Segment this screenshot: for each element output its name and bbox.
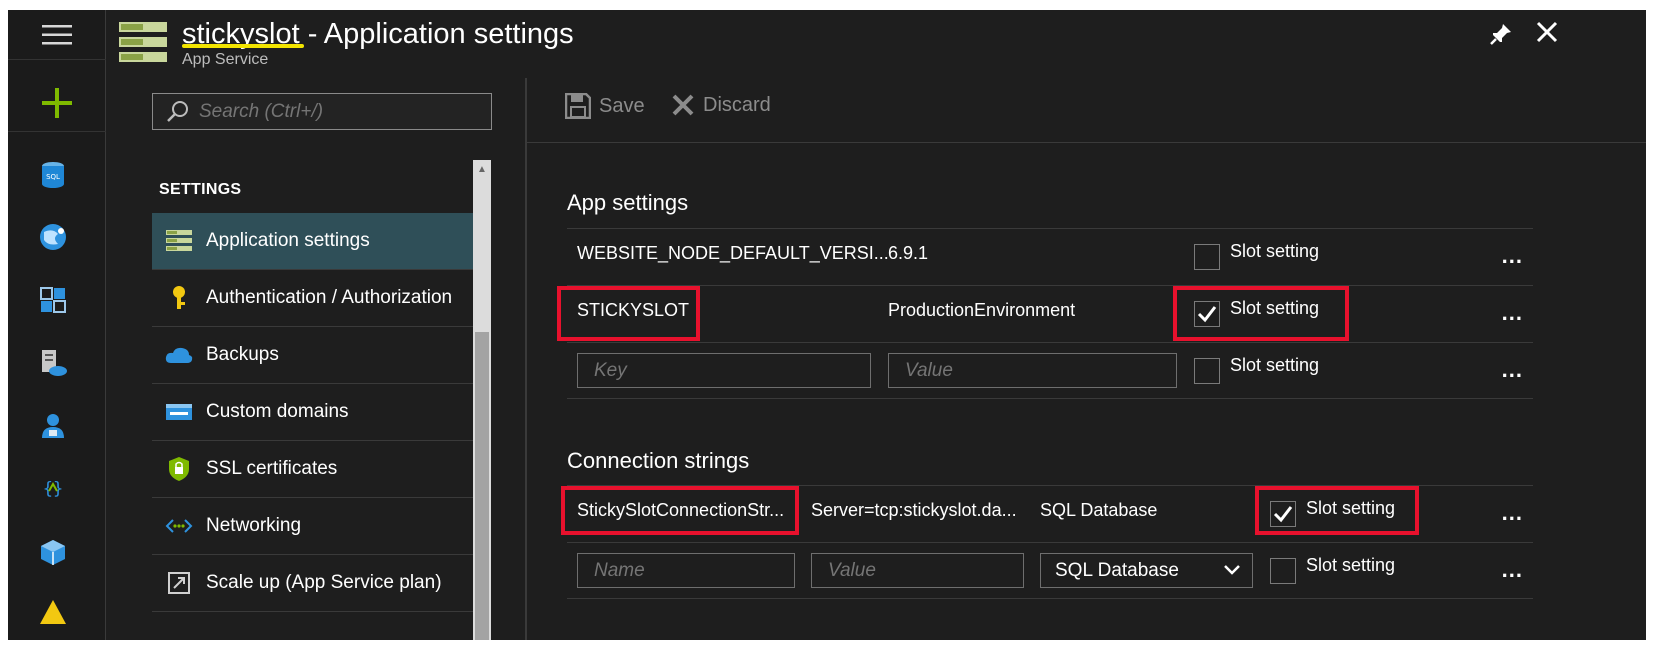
settings-heading: SETTINGS — [159, 181, 242, 198]
new-resource-button[interactable] — [8, 74, 106, 132]
connection-string-value[interactable]: Server=tcp:stickyslot.da... — [811, 500, 1017, 521]
left-rail: SQL {} — [8, 10, 106, 640]
save-icon — [565, 93, 591, 119]
connection-strings-heading: Connection strings — [567, 448, 750, 473]
app-settings-icon — [119, 22, 167, 62]
more-options-button[interactable]: ... — [1502, 557, 1523, 583]
highlight-box-connection-name — [561, 486, 799, 535]
slot-setting-checkbox[interactable] — [1270, 558, 1296, 584]
new-value-input[interactable] — [811, 553, 1024, 588]
slot-setting-label: Slot setting — [1230, 241, 1320, 261]
api-icon[interactable]: {} — [38, 473, 68, 503]
key-icon — [173, 286, 185, 309]
globe-icon[interactable] — [38, 222, 68, 252]
menu-item-label: Backups — [206, 344, 279, 365]
menu-item-scale-up[interactable]: Scale up (App Service plan) — [152, 555, 473, 612]
discard-label: Discard — [703, 93, 771, 116]
highlight-box-connection-slot-setting — [1255, 486, 1419, 535]
scroll-thumb[interactable] — [475, 332, 489, 640]
scroll-up-arrow-icon[interactable]: ▲ — [473, 160, 491, 180]
search-box[interactable] — [152, 93, 492, 130]
connection-type-selected: SQL Database — [1055, 560, 1179, 581]
close-icon[interactable] — [1535, 20, 1559, 44]
menu-icon — [42, 24, 72, 44]
domain-icon — [166, 404, 192, 420]
menu-scrollbar[interactable]: ▲ — [473, 160, 491, 640]
portal-frame: SQL {} stickyslot - Application settings… — [8, 10, 1646, 640]
virtual-machine-icon[interactable] — [38, 285, 68, 315]
slot-setting-checkbox[interactable] — [1194, 358, 1220, 384]
app-service-icon[interactable] — [38, 348, 68, 378]
menu-item-application-settings[interactable]: Application settings — [152, 213, 473, 270]
menu-item-label: Custom domains — [206, 401, 349, 422]
settings-list-icon — [166, 230, 192, 251]
more-options-button[interactable]: ... — [1502, 300, 1523, 326]
blade-header: stickyslot - Application settings App Se… — [107, 10, 1646, 78]
new-value-input[interactable] — [888, 353, 1177, 388]
user-icon[interactable] — [38, 410, 68, 440]
title-suffix: - Application settings — [299, 18, 574, 50]
svg-text:SQL: SQL — [46, 173, 60, 181]
shield-icon — [169, 457, 189, 481]
menu-item-label: Scale up (App Service plan) — [206, 572, 442, 593]
menu-item-authentication[interactable]: Authentication / Authorization — [152, 270, 473, 327]
cube-icon[interactable] — [38, 537, 68, 567]
highlight-box-stickyslot-key — [557, 286, 700, 341]
resource-type: App Service — [182, 51, 269, 68]
new-app-setting-row: Slot setting ... — [567, 342, 1533, 399]
menu-item-label: SSL certificates — [206, 458, 338, 479]
menu-item-label: Application settings — [206, 230, 370, 251]
save-button[interactable]: Save — [565, 93, 645, 119]
menu-item-custom-domains[interactable]: Custom domains — [152, 384, 473, 441]
settings-menu-list: Application settings Authentication / Au… — [152, 213, 473, 612]
slot-setting-label: Slot setting — [1306, 555, 1396, 575]
more-options-button[interactable]: ... — [1502, 500, 1523, 526]
chevron-down-icon — [1224, 565, 1240, 575]
search-input[interactable] — [199, 100, 479, 123]
pin-icon[interactable] — [1489, 22, 1513, 46]
app-settings-heading: App settings — [567, 190, 689, 215]
command-bar: Save Discard — [527, 78, 1646, 143]
menu-item-networking[interactable]: Networking — [152, 498, 473, 555]
resource-name-underline — [182, 44, 304, 48]
discard-icon — [672, 94, 694, 116]
menu-item-ssl-certificates[interactable]: SSL certificates — [152, 441, 473, 498]
connection-type-select[interactable]: SQL Database — [1040, 553, 1253, 588]
new-key-input[interactable] — [577, 353, 871, 388]
network-icon — [165, 519, 193, 533]
app-setting-key[interactable]: WEBSITE_NODE_DEFAULT_VERSI... — [577, 243, 889, 264]
plus-icon — [42, 87, 72, 118]
cloud-icon — [165, 347, 193, 363]
settings-menu-pane: SETTINGS Application settings Authentica… — [107, 78, 527, 640]
discard-button[interactable]: Discard — [671, 93, 771, 117]
connection-string-type[interactable]: SQL Database — [1040, 500, 1157, 521]
settings-content: Save Discard App settings WEBSITE_NODE_D… — [527, 78, 1646, 640]
menu-item-backups[interactable]: Backups — [152, 327, 473, 384]
highlight-box-slot-setting — [1173, 286, 1349, 341]
menu-item-label: Networking — [206, 515, 302, 536]
warning-icon[interactable] — [38, 598, 68, 628]
more-options-button[interactable]: ... — [1502, 357, 1523, 383]
app-setting-value[interactable]: 6.9.1 — [888, 243, 928, 264]
search-icon — [167, 100, 188, 122]
app-setting-row: WEBSITE_NODE_DEFAULT_VERSI... 6.9.1 Slot… — [567, 228, 1533, 285]
new-name-input[interactable] — [577, 553, 795, 588]
sql-database-icon[interactable]: SQL — [38, 160, 68, 190]
slot-setting-checkbox[interactable] — [1194, 244, 1220, 270]
new-connection-string-row: SQL Database Slot setting ... — [567, 542, 1533, 599]
save-label: Save — [599, 94, 645, 117]
menu-item-label: Authentication / Authorization — [206, 287, 453, 308]
scale-up-icon — [168, 572, 190, 594]
app-setting-row: STICKYSLOT ProductionEnvironment Slot se… — [567, 285, 1533, 342]
hamburger-menu-button[interactable] — [8, 10, 106, 60]
slot-setting-label: Slot setting — [1230, 355, 1320, 375]
more-options-button[interactable]: ... — [1502, 243, 1523, 269]
app-setting-value[interactable]: ProductionEnvironment — [888, 300, 1075, 321]
